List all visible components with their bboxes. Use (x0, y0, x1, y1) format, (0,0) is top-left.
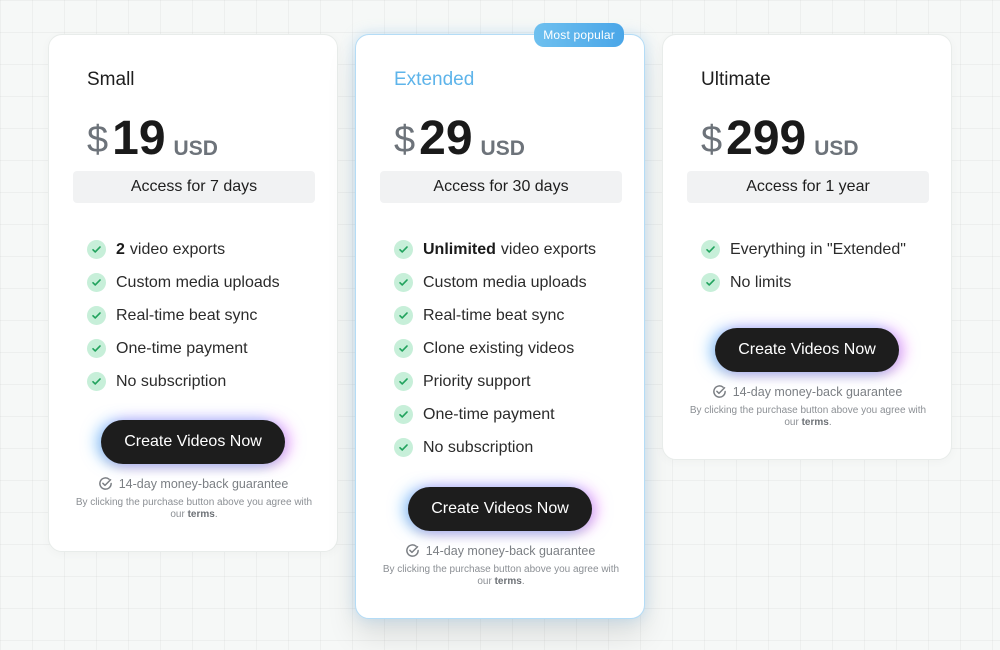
feature-text: video exports (500, 240, 597, 258)
check-circle-icon (87, 273, 106, 292)
create-videos-button[interactable]: Create Videos Now (715, 328, 899, 372)
price-currency: USD (480, 137, 525, 160)
feature-list: Unlimited video exports Custom media uploa… (394, 233, 596, 464)
feature-item: Unlimited video exports (394, 233, 596, 266)
terms-period: . (521, 576, 525, 587)
check-circle-icon (701, 240, 720, 259)
check-circle-icon (394, 273, 413, 292)
terms-period: . (828, 417, 832, 428)
currency-symbol: $ (87, 119, 109, 161)
price-amount: 299 (726, 112, 807, 165)
feature-text: Clone existing videos (423, 339, 575, 357)
most-popular-badge: Most popular (534, 23, 624, 47)
feature-text: No subscription (423, 438, 534, 456)
circle-check-outline-icon (712, 384, 727, 399)
check-circle-icon (394, 372, 413, 391)
guarantee-text: 14-day money-back guarantee (118, 476, 289, 491)
feature-item: Clone existing videos (394, 332, 596, 365)
terms-notice: By clicking the purchase button above yo… (69, 497, 319, 521)
access-duration: Access for 30 days (380, 171, 622, 203)
check-circle-icon (394, 306, 413, 325)
access-duration: Access for 1 year (687, 171, 929, 203)
guarantee-note: 14-day money-back guarantee (663, 384, 951, 399)
check-circle-icon (87, 240, 106, 259)
feature-text: video exports (129, 240, 226, 258)
check-circle-icon (394, 438, 413, 457)
feature-text: No subscription (116, 372, 227, 390)
guarantee-note: 14-day money-back guarantee (356, 543, 644, 558)
feature-item: Real-time beat sync (87, 299, 280, 332)
price-currency: USD (814, 137, 859, 160)
plan-name: Ultimate (701, 69, 771, 90)
feature-item: No limits (701, 266, 906, 299)
terms-notice: By clicking the purchase button above yo… (683, 405, 933, 429)
feature-text: Priority support (423, 372, 531, 390)
feature-text: Real-time beat sync (423, 306, 565, 324)
pricing-card-ultimate: Ultimate $ 299 USD Access for 1 year Eve… (662, 34, 952, 460)
pricing-card-extended: Most popular Extended $ 29 USD Access fo… (355, 23, 645, 619)
price: $ 19 USD (87, 111, 218, 163)
feature-item: No subscription (87, 365, 280, 398)
check-circle-icon (87, 306, 106, 325)
feature-list: 2 video exports Custom media uploads Real-t… (87, 233, 280, 398)
circle-check-outline-icon (405, 543, 420, 558)
currency-symbol: $ (701, 119, 723, 161)
terms-link[interactable]: terms (188, 509, 215, 520)
price: $ 299 USD (701, 111, 859, 163)
currency-symbol: $ (394, 119, 416, 161)
price-currency: USD (173, 137, 218, 160)
feature-text: No limits (730, 273, 792, 291)
check-circle-icon (87, 372, 106, 391)
plan-name: Extended (394, 69, 475, 90)
guarantee-text: 14-day money-back guarantee (425, 543, 596, 558)
price-amount: 29 (419, 112, 473, 165)
guarantee-note: 14-day money-back guarantee (49, 476, 337, 491)
feature-highlight: 2 (116, 240, 125, 258)
feature-item: Custom media uploads (87, 266, 280, 299)
feature-text: One-time payment (423, 405, 555, 423)
check-circle-icon (87, 339, 106, 358)
feature-list: Everything in "Extended" No limits (701, 233, 906, 299)
circle-check-outline-icon (98, 476, 113, 491)
feature-text: One-time payment (116, 339, 248, 357)
terms-period: . (214, 509, 218, 520)
feature-text: Custom media uploads (116, 273, 280, 291)
guarantee-text: 14-day money-back guarantee (732, 384, 903, 399)
create-videos-button[interactable]: Create Videos Now (101, 420, 285, 464)
create-videos-button[interactable]: Create Videos Now (408, 487, 592, 531)
price: $ 29 USD (394, 111, 525, 163)
plan-name: Small (87, 69, 135, 90)
price-amount: 19 (112, 112, 166, 165)
check-circle-icon (394, 339, 413, 358)
feature-item: One-time payment (394, 398, 596, 431)
feature-item: Priority support (394, 365, 596, 398)
feature-item: Custom media uploads (394, 266, 596, 299)
terms-link[interactable]: terms (802, 417, 829, 428)
feature-text: Everything in "Extended" (730, 240, 906, 258)
access-duration: Access for 7 days (73, 171, 315, 203)
feature-text: Custom media uploads (423, 273, 587, 291)
feature-item: 2 video exports (87, 233, 280, 266)
feature-item: One-time payment (87, 332, 280, 365)
feature-item: No subscription (394, 431, 596, 464)
feature-highlight: Unlimited (423, 240, 496, 258)
feature-item: Everything in "Extended" (701, 233, 906, 266)
feature-text: Real-time beat sync (116, 306, 258, 324)
check-circle-icon (394, 405, 413, 424)
check-circle-icon (701, 273, 720, 292)
terms-link[interactable]: terms (495, 576, 522, 587)
terms-notice: By clicking the purchase button above yo… (376, 564, 626, 588)
pricing-card-small: Small $ 19 USD Access for 7 days 2 video … (48, 34, 338, 552)
check-circle-icon (394, 240, 413, 259)
feature-item: Real-time beat sync (394, 299, 596, 332)
